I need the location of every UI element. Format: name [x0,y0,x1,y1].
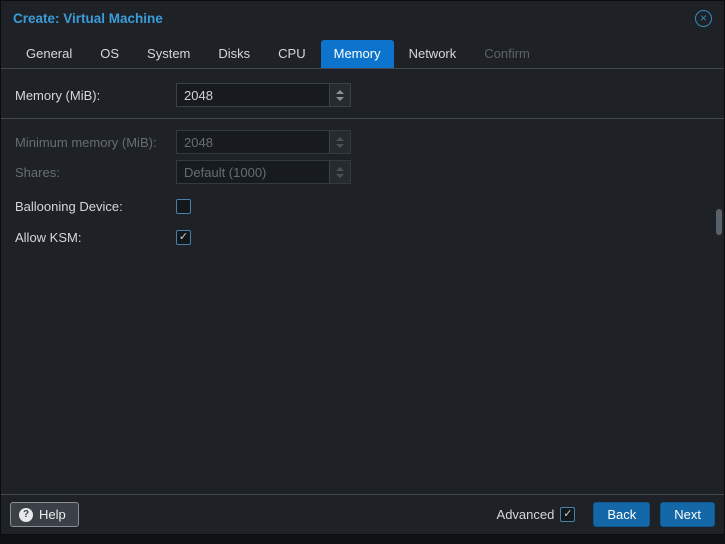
section-divider [1,118,724,119]
advanced-group: Advanced ✓ [497,507,576,522]
back-button[interactable]: Back [593,502,651,527]
ballooning-row: Ballooning Device: ✓ [15,194,710,218]
memory-label: Memory (MiB): [15,87,101,103]
form-body: Memory (MiB): 2048 Minimum memory (MiB):… [1,69,724,496]
tab-memory[interactable]: Memory [320,40,394,68]
ballooning-checkbox[interactable]: ✓ [176,198,191,214]
memory-spinner[interactable] [329,84,350,106]
shares-row: Shares: Default (1000) [15,160,710,184]
create-vm-dialog: Create: Virtual Machine × General OS Sys… [0,0,725,535]
min-memory-label: Minimum memory (MiB): [15,134,157,150]
tab-disks[interactable]: Disks [205,40,263,68]
spinner-down-icon [336,173,344,178]
spinner-down-icon[interactable] [336,96,344,101]
tab-cpu[interactable]: CPU [265,40,318,68]
dialog-title: Create: Virtual Machine [13,10,163,26]
tab-network[interactable]: Network [396,40,470,68]
memory-row: Memory (MiB): 2048 [15,83,710,107]
advanced-checkbox[interactable]: ✓ [560,507,576,522]
dialog-titlebar: Create: Virtual Machine × [1,1,724,35]
question-icon: ? [19,507,33,522]
min-memory-row: Minimum memory (MiB): 2048 [15,130,710,154]
check-icon: ✓ [563,508,573,520]
ballooning-label: Ballooning Device: [15,198,123,214]
close-icon[interactable]: × [695,9,712,27]
min-memory-input: 2048 [176,130,351,154]
min-memory-value: 2048 [184,134,213,150]
shares-input: Default (1000) [176,160,351,184]
tab-general[interactable]: General [13,40,85,68]
help-button[interactable]: ? Help [10,502,79,527]
advanced-label: Advanced [496,507,555,522]
shares-spinner [329,161,350,183]
ksm-checkbox[interactable]: ✓ [176,229,191,245]
shares-label: Shares: [15,164,60,180]
tab-confirm: Confirm [484,46,530,61]
spinner-down-icon [336,143,344,148]
spinner-up-icon[interactable] [336,89,344,94]
memory-value: 2048 [184,87,213,103]
tab-system[interactable]: System [134,40,203,68]
dialog-footer: ? Help Advanced ✓ Back Next [1,494,724,534]
ksm-label: Allow KSM: [15,229,82,245]
help-button-label: Help [39,507,66,522]
min-memory-spinner [329,131,350,153]
ksm-row: Allow KSM: ✓ [15,225,710,249]
memory-input[interactable]: 2048 [176,83,351,107]
spinner-up-icon [336,166,344,171]
next-button[interactable]: Next [660,502,715,527]
footer-actions: Advanced ✓ Back Next [497,502,715,527]
shares-value: Default (1000) [184,164,267,180]
tab-bar: General OS System Disks CPU Memory Netwo… [1,35,724,69]
tab-os[interactable]: OS [87,40,132,68]
scrollbar-thumb[interactable] [716,209,722,235]
check-icon: ✓ [178,230,189,243]
spinner-up-icon [336,136,344,141]
